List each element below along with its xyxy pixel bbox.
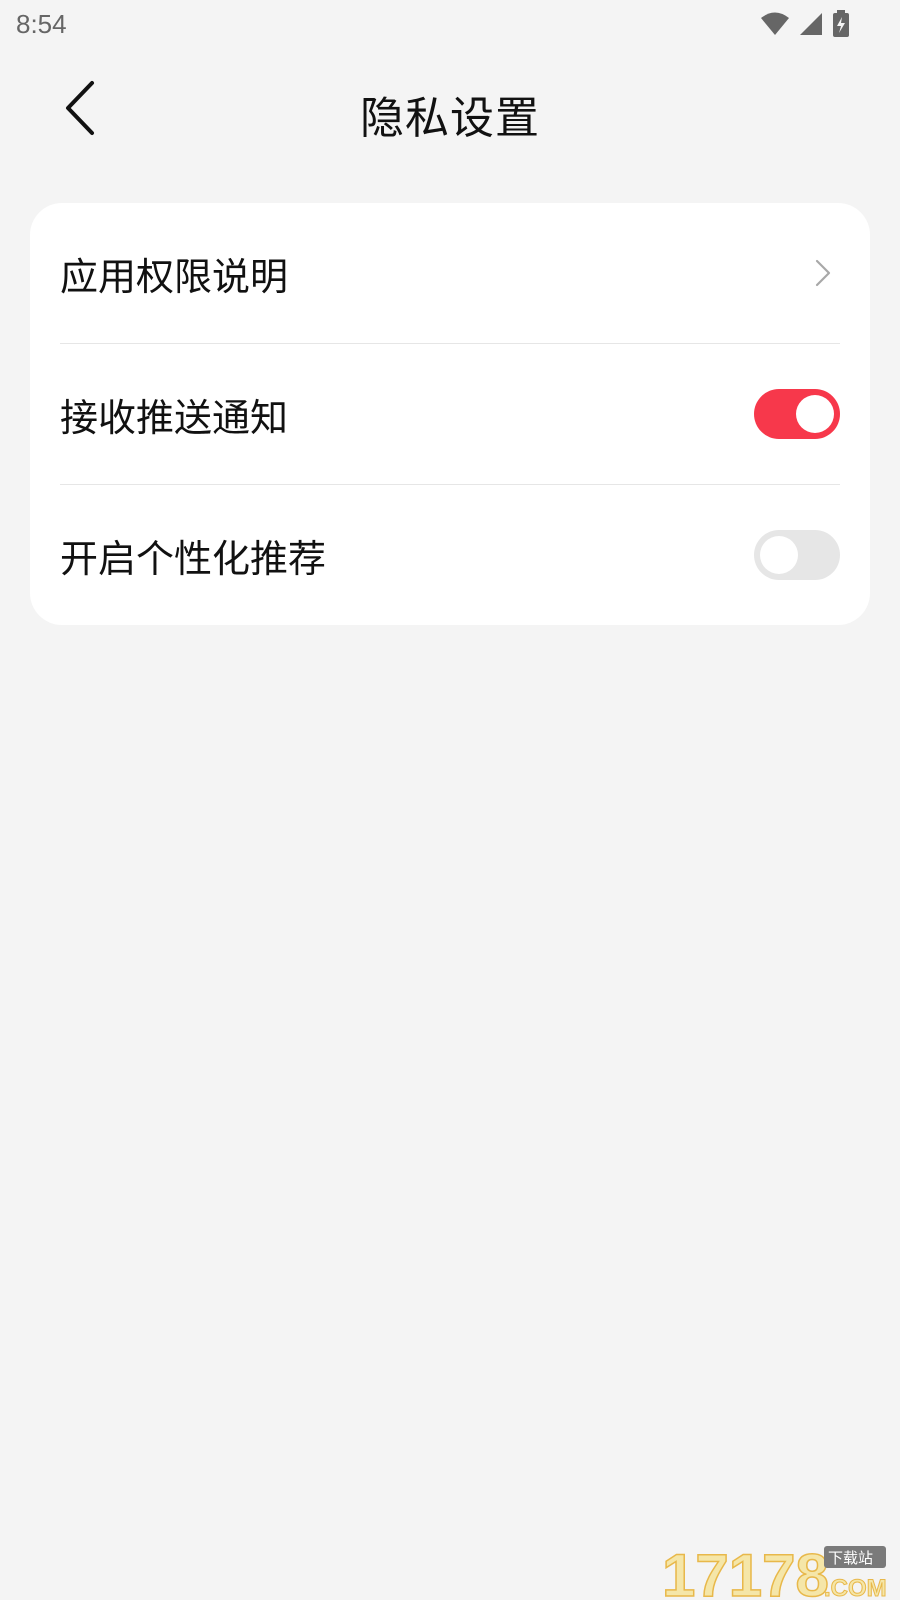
page-title: 隐私设置 — [360, 93, 540, 144]
wifi-icon — [760, 12, 790, 36]
setting-label: 开启个性化推荐 — [60, 536, 327, 581]
svg-text:17178: 17178 — [662, 1542, 829, 1600]
push-notifications-toggle[interactable] — [754, 389, 840, 439]
header: 隐私设置 — [0, 60, 900, 160]
settings-card: 应用权限说明 接收推送通知 开启个性化推荐 — [30, 203, 870, 625]
personalized-recommendation-toggle[interactable] — [754, 530, 840, 580]
status-bar: 8:54 — [0, 0, 900, 50]
svg-text:.COM: .COM — [824, 1575, 887, 1600]
toggle-knob — [796, 395, 834, 433]
status-icons — [760, 10, 850, 38]
status-time: 8:54 — [16, 9, 67, 39]
watermark-logo: 17178 下载站 .COM — [661, 1540, 892, 1600]
toggle-knob — [760, 536, 798, 574]
battery-charging-icon — [832, 10, 850, 38]
setting-label: 接收推送通知 — [60, 395, 289, 440]
setting-row-app-permissions[interactable]: 应用权限说明 — [60, 203, 840, 344]
setting-label: 应用权限说明 — [60, 254, 289, 299]
setting-row-personalized-recommendation: 开启个性化推荐 — [60, 485, 840, 625]
privacy-settings-screen: 8:54 隐私设置 应用权限说明 接收推送通知 开启个性化推荐 17178 下载… — [0, 0, 900, 1600]
chevron-right-icon — [808, 253, 838, 293]
setting-row-push-notifications: 接收推送通知 — [60, 344, 840, 485]
signal-icon — [798, 12, 824, 36]
svg-text:下载站: 下载站 — [828, 1549, 873, 1567]
